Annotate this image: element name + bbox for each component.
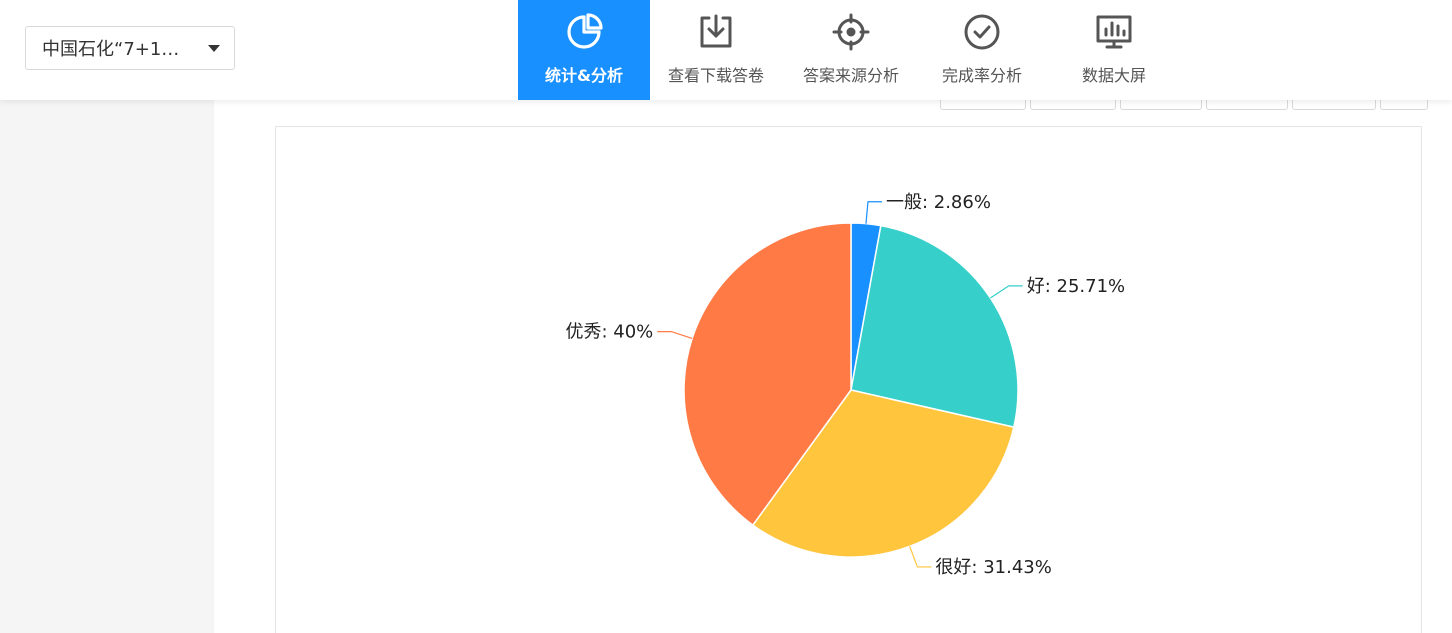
- pie-chart-icon: [564, 12, 604, 52]
- monitor-chart-icon: [1094, 12, 1134, 52]
- leader-line-1: [990, 285, 1023, 299]
- project-select-value: 中国石化“7+1…: [42, 39, 180, 60]
- leader-line-0: [865, 201, 882, 224]
- leader-line-3: [657, 330, 693, 339]
- chart-card: 一般: 2.86% 好: 25.71% 很好: 31.43% 优秀: 40%: [275, 126, 1422, 633]
- caret-down-icon: [208, 44, 220, 52]
- download-icon: [696, 12, 736, 52]
- main-nav: 统计&分析 查看下载答卷 答案来源分析 完成率分析 数据大屏: [518, 0, 1184, 100]
- slice-label-2: 很好: 31.43%: [935, 557, 1051, 578]
- nav-tab-label: 查看下载答卷: [667, 66, 764, 85]
- slice-label-3: 优秀: 40%: [565, 322, 653, 343]
- slice-label-1: 好: 25.71%: [1027, 276, 1125, 297]
- nav-tab-source-analysis[interactable]: 答案来源分析: [782, 0, 920, 100]
- nav-tab-data-screen[interactable]: 数据大屏: [1044, 0, 1184, 100]
- nav-tab-label: 数据大屏: [1081, 66, 1146, 85]
- nav-tab-label: 答案来源分析: [802, 66, 899, 85]
- leader-line-2: [909, 546, 932, 568]
- check-circle-icon: [962, 12, 1002, 52]
- nav-tab-completion-rate[interactable]: 完成率分析: [920, 0, 1044, 100]
- slice-label-0: 一般: 2.86%: [886, 192, 991, 213]
- crosshair-icon: [831, 12, 871, 52]
- pie-chart: 一般: 2.86% 好: 25.71% 很好: 31.43% 优秀: 40%: [565, 192, 1125, 578]
- top-header: 中国石化“7+1… 统计&分析 查看下载答卷 答案来源分析 完成率分析 数据大屏: [0, 0, 1452, 100]
- nav-tab-label: 完成率分析: [941, 66, 1022, 85]
- nav-tab-view-download[interactable]: 查看下载答卷: [650, 0, 782, 100]
- nav-tab-statistics[interactable]: 统计&分析: [518, 0, 650, 100]
- project-select[interactable]: 中国石化“7+1…: [25, 26, 235, 70]
- app-root: 中国石化“7+1… 统计&分析 查看下载答卷 答案来源分析 完成率分析 数据大屏…: [0, 0, 1452, 633]
- left-sidebar: [0, 100, 214, 633]
- nav-tab-label: 统计&分析: [545, 66, 623, 85]
